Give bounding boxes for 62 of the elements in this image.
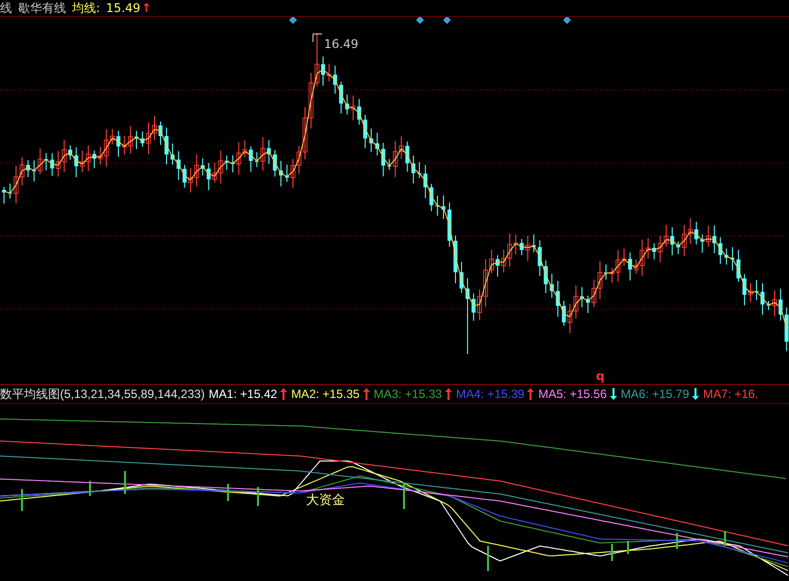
moving-average-reading: MA7: +16.: [703, 387, 758, 401]
moving-average-reading: MA1: +15.42: [208, 387, 278, 401]
candlestick: [604, 264, 608, 280]
moving-average-reading: MA5: +15.56: [538, 387, 607, 401]
candlestick: [369, 128, 374, 153]
marker-label: q: [596, 369, 605, 383]
moving-average-reading: MA2: +15.35: [291, 387, 360, 401]
candlestick: [742, 274, 746, 306]
chart-label: 歇华有线: [18, 0, 66, 16]
indicator-title: 数平均线图(5,13,21,34,55,89,144,233): [0, 386, 205, 402]
moving-average-reading: MA4: +15.39: [456, 387, 524, 401]
candlestick: [441, 194, 446, 220]
leader-line: [312, 34, 322, 42]
candlestick: [586, 295, 590, 314]
candlestick: [411, 154, 416, 184]
candlestick: [284, 164, 289, 182]
diamond-icon: [563, 17, 571, 24]
candlestick: [278, 160, 283, 187]
candlestick: [164, 127, 169, 165]
candlestick: [435, 195, 440, 216]
diamond-icon: [443, 17, 451, 24]
candlestick: [544, 260, 548, 294]
candlestick: [417, 162, 422, 178]
indicator-annotation: 大资金: [306, 492, 345, 509]
candlestick: [454, 235, 458, 284]
moving-average-reading: MA3: +15.33: [374, 387, 442, 401]
candlestick: [333, 65, 338, 94]
candlestick: [339, 81, 344, 114]
average-label: 均线:: [72, 0, 100, 16]
candlestick: [447, 202, 452, 248]
candlestick: [429, 183, 434, 212]
chart-label: 线: [0, 0, 12, 16]
candlestick: [170, 143, 175, 166]
candlestick: [176, 150, 181, 180]
candlestick: [538, 240, 542, 276]
candlestick: [784, 306, 789, 352]
candlestick: [556, 280, 560, 318]
peak-price-label: 16.49: [324, 37, 358, 51]
candlestick: [272, 150, 277, 177]
candlestick: [724, 248, 728, 266]
moving-average-reading: MA6: +15.79: [620, 387, 690, 401]
candlestick: [363, 114, 368, 149]
candlestick: [460, 261, 464, 294]
candlestick: [760, 282, 765, 316]
average-value: 15.49: [106, 1, 140, 15]
candlestick: [375, 132, 380, 156]
candlestick: [730, 246, 734, 271]
diamond-icon: [416, 17, 424, 24]
candlestick: [381, 142, 386, 177]
diamond-icon: [289, 17, 297, 24]
candlestick: [550, 273, 554, 298]
candlestick: [754, 279, 758, 301]
candlestick: [778, 288, 783, 322]
candlestick: [423, 164, 428, 199]
candlestick: [158, 121, 163, 146]
candlestick: [2, 186, 6, 204]
candlestick: [26, 160, 30, 178]
up-arrow: ↑: [141, 1, 152, 15]
candlestick: [718, 236, 722, 264]
candlestick: [736, 249, 740, 282]
candlestick: [140, 131, 144, 148]
candlestick: [748, 282, 753, 303]
